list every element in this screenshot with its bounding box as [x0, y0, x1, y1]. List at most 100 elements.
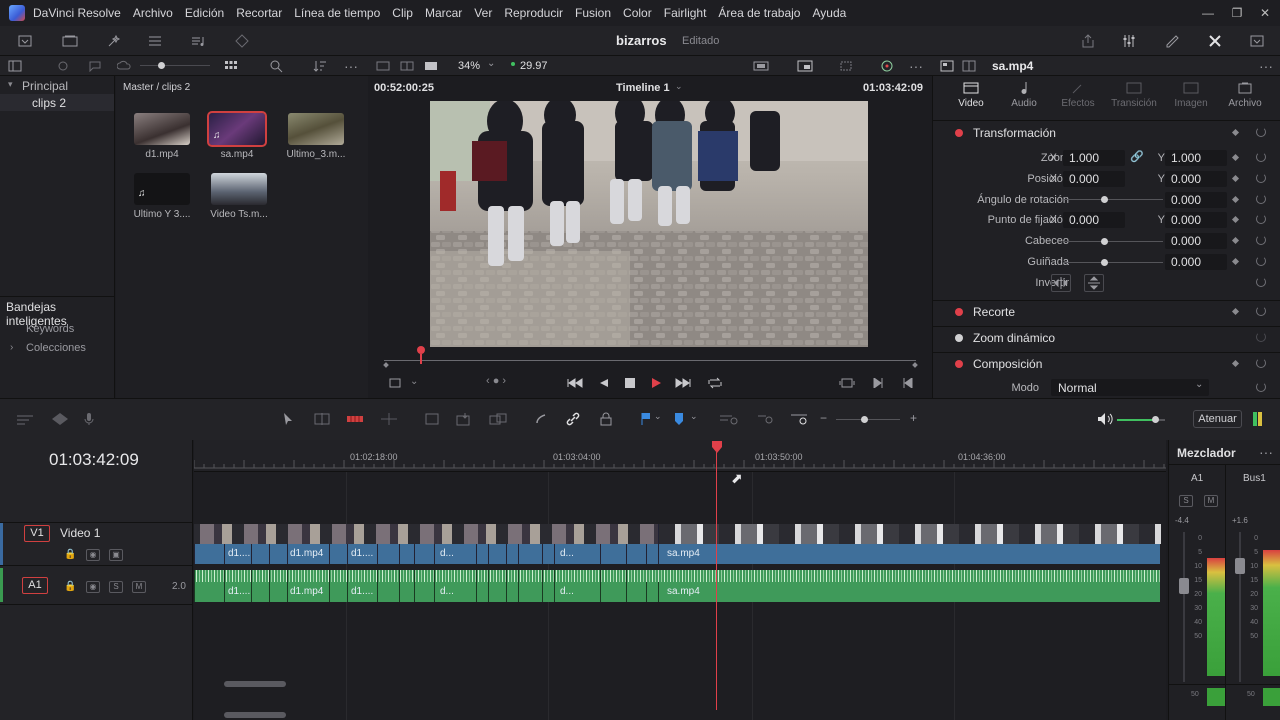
marker-icon[interactable] [668, 409, 690, 429]
menu-color[interactable]: Color [623, 6, 652, 20]
inspector-icon[interactable] [1204, 31, 1226, 51]
thumb-size-handle[interactable] [158, 62, 165, 69]
track-id-v1[interactable]: V1 [24, 525, 50, 542]
zoom-out-icon[interactable]: − [820, 411, 827, 425]
collapse-chevron-icon[interactable]: › [10, 342, 13, 353]
timeline-ruler[interactable]: 01:02:18:00 01:03:04:00 01:03:50:00 01:0… [194, 440, 1166, 472]
bus1-fader[interactable] [1235, 558, 1245, 574]
menu-linea-de-tiempo[interactable]: Línea de tiempo [294, 6, 380, 20]
menu-ayuda[interactable]: Ayuda [812, 6, 846, 20]
keyframe-icon[interactable] [1231, 174, 1240, 183]
tab-transicion[interactable]: Transición [1106, 78, 1162, 109]
speaker-icon[interactable] [1094, 409, 1116, 429]
reset-icon[interactable] [1256, 127, 1266, 137]
keyframe-icon[interactable] [1231, 307, 1240, 316]
safe-area-icon[interactable] [750, 56, 772, 76]
keyframe-icon[interactable] [1231, 215, 1240, 224]
yaw-slider[interactable] [1063, 262, 1163, 263]
grid-view-icon[interactable] [220, 56, 242, 76]
collapse-icon[interactable] [1246, 31, 1268, 51]
viewer-mode-icon[interactable] [372, 56, 394, 76]
anchor-y-field[interactable]: 0.000 [1165, 212, 1227, 228]
sort-icon[interactable] [309, 56, 331, 76]
fusion-icon[interactable] [231, 31, 253, 51]
solo-button[interactable]: S [109, 581, 123, 593]
comment-icon[interactable] [84, 56, 106, 76]
mode-select[interactable]: Normal ⌄ [1051, 379, 1209, 396]
timeline-name[interactable]: Timeline 1 [616, 82, 670, 94]
track-id-a1[interactable]: A1 [22, 577, 48, 594]
horizontal-scrollbar[interactable] [224, 681, 286, 687]
link-icon[interactable]: 🔗 [1130, 150, 1144, 163]
timeline-view-icon[interactable] [14, 409, 36, 429]
clip-size-icon[interactable] [384, 373, 406, 393]
overwrite-clip-icon[interactable] [453, 409, 475, 429]
pitch-field[interactable]: 0.000 [1165, 233, 1227, 249]
trim-tool-icon[interactable] [311, 409, 333, 429]
full-extent-zoom-icon[interactable] [718, 409, 740, 429]
clip-size-chevron-icon[interactable]: ⌄ [410, 376, 418, 387]
zoom-slider[interactable] [836, 419, 900, 420]
clip-thumb-d1[interactable] [134, 113, 190, 145]
clip-thumb-sa[interactable]: ♫ [207, 111, 267, 147]
play-reverse-icon[interactable] [593, 373, 615, 393]
sound-library-icon[interactable] [188, 31, 210, 51]
export-icon[interactable] [1077, 31, 1099, 51]
next-frame-icon[interactable] [867, 373, 889, 393]
detail-zoom-icon[interactable] [755, 409, 777, 429]
mute-button[interactable]: Atenuar [1193, 410, 1242, 428]
snapping-icon[interactable] [530, 409, 552, 429]
tab-archivo[interactable]: Archivo [1217, 78, 1273, 109]
section-enabled-dot[interactable] [955, 308, 963, 316]
replace-clip-icon[interactable] [487, 409, 509, 429]
bin-clips-2[interactable]: clips 2 [32, 96, 66, 110]
section-transformacion[interactable]: Transformación [973, 126, 1056, 140]
keyframe-icon[interactable] [1231, 153, 1240, 162]
insert-clip-icon[interactable] [421, 409, 443, 429]
tab-video[interactable]: Video [943, 78, 999, 109]
timeline-chevron-icon[interactable]: ⌄ [675, 81, 683, 92]
timeline-area[interactable]: 01:02:18:00 01:03:04:00 01:03:50:00 01:0… [194, 440, 1166, 720]
linked-selection-icon[interactable] [562, 409, 584, 429]
jog-icon[interactable]: ‹ ● › [486, 375, 506, 387]
flip-horizontal-icon[interactable] [1051, 274, 1071, 292]
video-clip-sa[interactable]: sa.mp4 [658, 524, 1161, 564]
position-lock-icon[interactable] [595, 409, 617, 429]
prev-frame-icon[interactable] [897, 373, 919, 393]
effects-icon[interactable] [103, 31, 125, 51]
search-icon[interactable] [265, 56, 287, 76]
media-pool-toggle-icon[interactable] [14, 31, 36, 51]
mixer-icon[interactable] [1118, 31, 1140, 51]
rotation-field[interactable]: 0.000 [1165, 192, 1227, 208]
selection-tool-icon[interactable] [277, 409, 299, 429]
minimize-button[interactable]: — [1193, 0, 1223, 26]
menu-archivo[interactable]: Archivo [133, 6, 173, 20]
zoom-slider-handle[interactable] [861, 416, 868, 423]
blade-tool-icon[interactable] [344, 409, 366, 429]
media-pool-icon[interactable] [59, 31, 81, 51]
menu-edicion[interactable]: Edición [185, 6, 224, 20]
reset-icon[interactable] [1256, 332, 1266, 342]
clip-thumb-ultimo-3[interactable] [288, 113, 344, 145]
timeline-timecode[interactable]: 01:03:42:09 [49, 450, 139, 470]
tab-efectos[interactable]: Efectos [1050, 78, 1106, 109]
reset-icon[interactable] [1256, 306, 1266, 316]
pitch-slider-handle[interactable] [1101, 238, 1108, 245]
more-options-icon[interactable]: ··· [340, 56, 362, 76]
skip-to-start-icon[interactable] [564, 373, 586, 393]
scrub-bar[interactable] [384, 360, 916, 361]
link-bin-icon[interactable] [52, 56, 74, 76]
zoom-chevron-icon[interactable]: ⌄ [487, 58, 495, 69]
menu-ver[interactable]: Ver [474, 6, 492, 20]
rotation-slider[interactable] [1063, 199, 1163, 200]
tab-imagen[interactable]: Imagen [1163, 78, 1219, 109]
channel-solo-button[interactable]: S [1179, 495, 1193, 507]
cinema-viewer-icon[interactable] [420, 56, 442, 76]
reset-icon[interactable] [1256, 235, 1266, 245]
reset-icon[interactable] [1256, 382, 1266, 392]
section-recorte[interactable]: Recorte [973, 305, 1015, 319]
pitch-slider[interactable] [1063, 241, 1163, 242]
section-enabled-dot[interactable] [955, 360, 963, 368]
viewer-overlay-icon[interactable] [794, 56, 816, 76]
reset-icon[interactable] [1256, 194, 1266, 204]
